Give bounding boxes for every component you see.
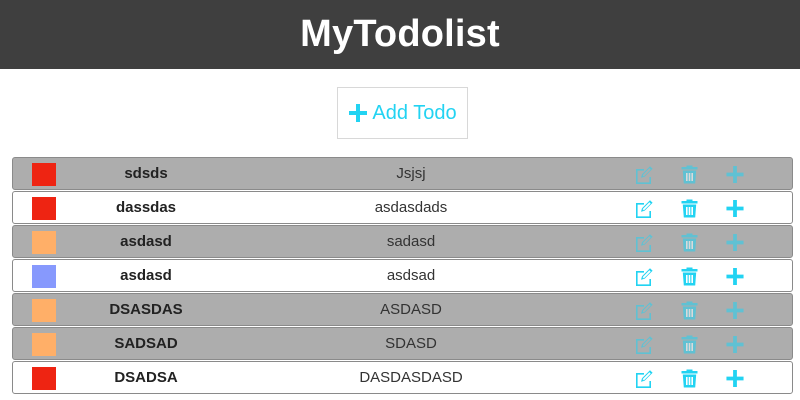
app-title: MyTodolist bbox=[300, 13, 500, 55]
add-todo-button[interactable]: Add Todo bbox=[337, 87, 468, 139]
priority-color-swatch bbox=[32, 299, 56, 322]
todo-title: asdasd bbox=[120, 233, 172, 250]
todo-title: DSASDAS bbox=[109, 301, 183, 318]
trash-icon[interactable] bbox=[681, 199, 698, 218]
todo-title: DSADSA bbox=[114, 369, 178, 386]
todo-description: asdsad bbox=[386, 267, 436, 284]
add-todo-label: Add Todo bbox=[372, 101, 457, 124]
app-header: MyTodolist bbox=[0, 0, 800, 69]
todo-row: dassdas asdasdads bbox=[12, 191, 793, 224]
priority-color-swatch bbox=[32, 197, 56, 220]
todo-row: sdsds Jsjsj bbox=[12, 157, 793, 190]
plus-icon[interactable] bbox=[725, 267, 745, 286]
edit-icon[interactable] bbox=[634, 335, 654, 354]
todo-row: DSADSA DASDASDASD bbox=[12, 361, 793, 394]
plus-icon[interactable] bbox=[725, 301, 745, 320]
todo-list: sdsds Jsjsj dassdas asdasdads asdasd sad… bbox=[12, 157, 793, 395]
todo-description: Jsjsj bbox=[396, 165, 426, 182]
edit-icon[interactable] bbox=[634, 301, 654, 320]
todo-title: dassdas bbox=[115, 199, 177, 216]
trash-icon[interactable] bbox=[681, 369, 698, 388]
todo-title: sdsds bbox=[124, 165, 168, 182]
todo-description: sadasd bbox=[386, 233, 436, 250]
edit-icon[interactable] bbox=[634, 233, 654, 252]
trash-icon[interactable] bbox=[681, 233, 698, 252]
plus-icon[interactable] bbox=[725, 369, 745, 388]
todo-row: DSASDAS ASDASD bbox=[12, 293, 793, 326]
todo-description: DASDASDASD bbox=[359, 369, 463, 386]
priority-color-swatch bbox=[32, 163, 56, 186]
todo-description: SDASD bbox=[385, 335, 437, 352]
todo-row: asdasd asdsad bbox=[12, 259, 793, 292]
todo-description: asdasdads bbox=[374, 199, 448, 216]
todo-row: SADSAD SDASD bbox=[12, 327, 793, 360]
edit-icon[interactable] bbox=[634, 267, 654, 286]
priority-color-swatch bbox=[32, 367, 56, 390]
edit-icon[interactable] bbox=[634, 369, 654, 388]
plus-icon[interactable] bbox=[725, 233, 745, 252]
trash-icon[interactable] bbox=[681, 301, 698, 320]
plus-icon[interactable] bbox=[725, 199, 745, 218]
plus-icon[interactable] bbox=[725, 335, 745, 354]
todo-title: SADSAD bbox=[114, 335, 178, 352]
todo-row: asdasd sadasd bbox=[12, 225, 793, 258]
plus-icon[interactable] bbox=[725, 165, 745, 184]
trash-icon[interactable] bbox=[681, 335, 698, 354]
priority-color-swatch bbox=[32, 265, 56, 288]
priority-color-swatch bbox=[32, 231, 56, 254]
trash-icon[interactable] bbox=[681, 165, 698, 184]
trash-icon[interactable] bbox=[681, 267, 698, 286]
edit-icon[interactable] bbox=[634, 165, 654, 184]
todo-description: ASDASD bbox=[380, 301, 442, 318]
todo-title: asdasd bbox=[120, 267, 172, 284]
plus-icon bbox=[349, 104, 368, 122]
priority-color-swatch bbox=[32, 333, 56, 356]
edit-icon[interactable] bbox=[634, 199, 654, 218]
